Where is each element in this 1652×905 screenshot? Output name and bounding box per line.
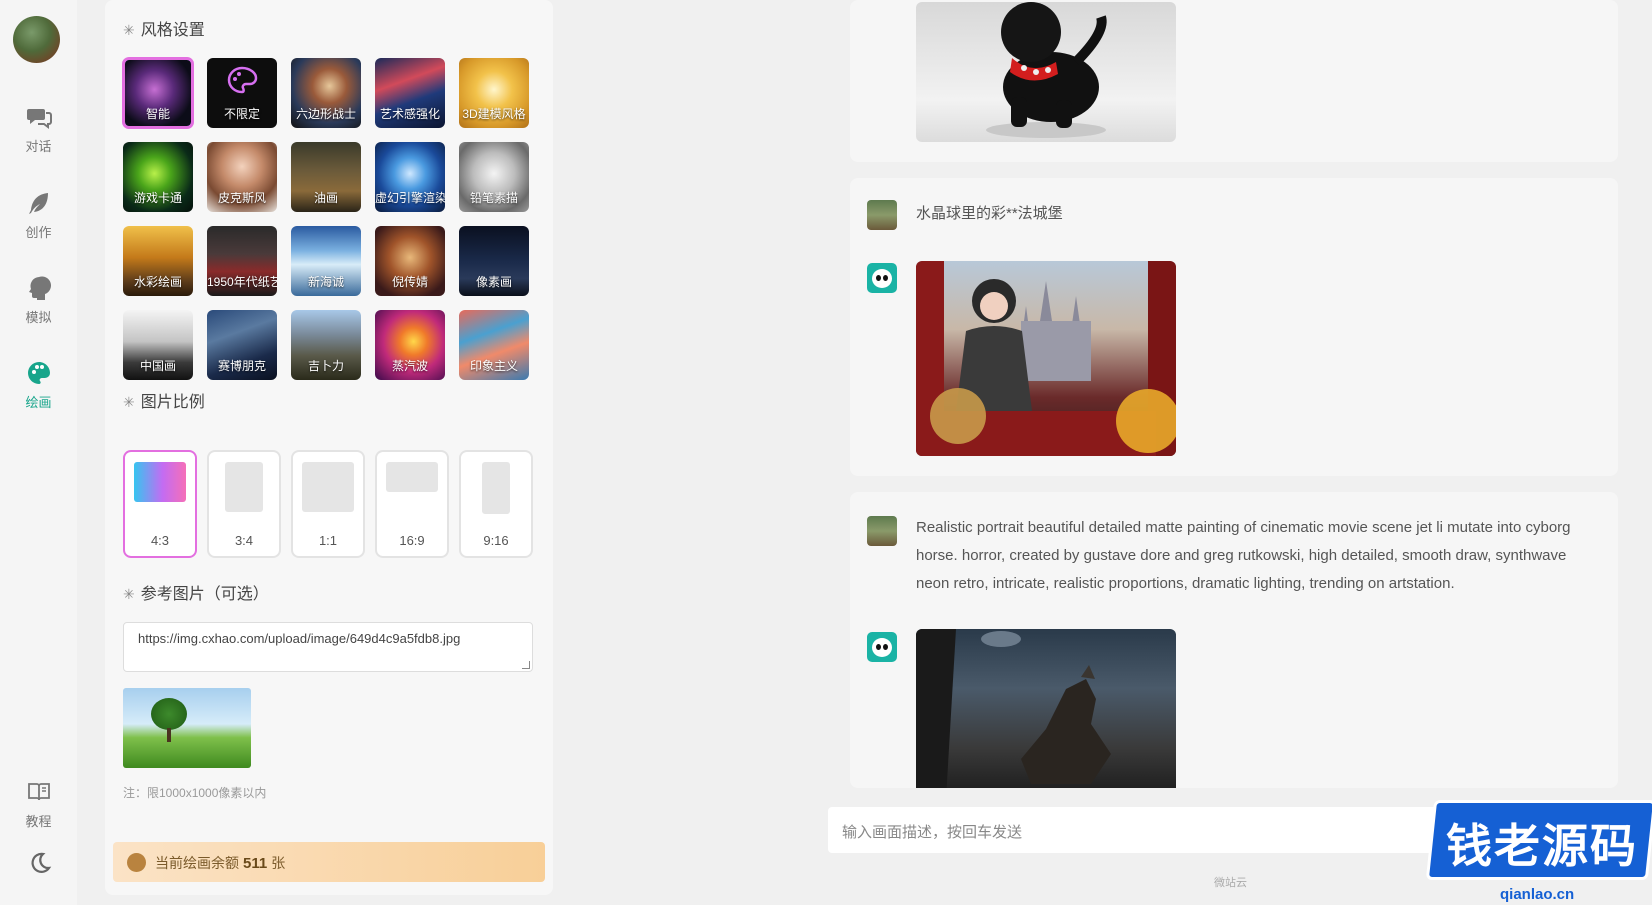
generated-image[interactable] [916, 261, 1176, 456]
style-tile-hexagon-warrior[interactable]: 六边形战士 [291, 58, 361, 128]
style-tile-unlimited[interactable]: 不限定 [207, 58, 277, 128]
chat-icon [26, 109, 52, 129]
style-tile-3d-modeling[interactable]: 3D建模风格 [459, 58, 529, 128]
black-puppy-image [986, 2, 1107, 138]
nav-item-create[interactable]: 创作 [0, 190, 77, 241]
nav-item-label: 对话 [25, 139, 52, 154]
quota-count: 511 [243, 855, 268, 872]
book-icon [27, 783, 50, 801]
user-avatar[interactable] [13, 16, 60, 63]
generated-image[interactable] [916, 2, 1176, 142]
style-tile-pixel-art[interactable]: 像素画 [459, 226, 529, 296]
panda-bot-avatar [867, 632, 897, 662]
chat-message-card [850, 0, 1618, 162]
style-tile-watercolor[interactable]: 水彩绘画 [123, 226, 193, 296]
settings-panel: ✳ 风格设置 智能 不限定 六边形战士 艺术感强化 3D建模风格 游戏卡通 皮克斯… [105, 0, 553, 895]
style-tile-shinkai[interactable]: 新海诚 [291, 226, 361, 296]
asterisk-icon: ✳ [123, 22, 135, 38]
asterisk-icon: ✳ [123, 586, 135, 602]
style-tile-impressionism[interactable]: 印象主义 [459, 310, 529, 380]
generated-image[interactable] [916, 629, 1176, 788]
ratio-option-4-3[interactable]: 4:3 [123, 450, 197, 558]
ratio-options: 4:3 3:4 1:1 16:9 9:16 [123, 450, 533, 558]
feather-icon [28, 193, 48, 214]
reference-image-preview[interactable] [123, 688, 251, 768]
style-tile-ghibli[interactable]: 吉卜力 [291, 310, 361, 380]
nav-item-label: 创作 [25, 225, 52, 240]
ratio-option-1-1[interactable]: 1:1 [291, 450, 365, 558]
palette-outline-icon [227, 66, 258, 94]
drawing-quota-banner: 当前绘画余额 511 张 [113, 842, 545, 882]
style-tile-ni-chuanjing[interactable]: 倪传婧 [375, 226, 445, 296]
nav-item-label: 教程 [25, 814, 52, 829]
style-tile-art-enhance[interactable]: 艺术感强化 [375, 58, 445, 128]
nav-item-simulate[interactable]: 模拟 [0, 275, 77, 326]
chat-message-card: Realistic portrait beautiful detailed ma… [850, 492, 1618, 788]
style-tile-cyberpunk[interactable]: 赛博朋克 [207, 310, 277, 380]
ratio-section-title: ✳ 图片比例 [123, 394, 205, 411]
reference-note: 注：限1000x1000像素以内 [123, 786, 267, 800]
style-tile-game-cartoon[interactable]: 游戏卡通 [123, 142, 193, 212]
crystal-ball-castle-image [916, 261, 1176, 456]
chat-message-card: 水晶球里的彩**法城堡 [850, 178, 1618, 476]
panda-bot-avatar [867, 263, 897, 293]
ratio-option-9-16[interactable]: 9:16 [459, 450, 533, 558]
user-avatar [867, 516, 897, 546]
footer-text: 微站云 [1214, 877, 1247, 889]
palette-icon [127, 853, 146, 872]
theme-toggle[interactable] [0, 850, 77, 882]
moon-icon [31, 852, 51, 873]
style-tile-pencil-sketch[interactable]: 铅笔素描 [459, 142, 529, 212]
nav-item-label: 模拟 [25, 310, 52, 325]
prompt-text: 水晶球里的彩**法城堡 [916, 205, 1063, 222]
head-icon [28, 276, 51, 300]
palette-icon [27, 362, 50, 384]
style-tile-unreal-render[interactable]: 虚幻引擎渲染 [375, 142, 445, 212]
ratio-option-3-4[interactable]: 3:4 [207, 450, 281, 558]
style-tile-pixar[interactable]: 皮克斯风 [207, 142, 277, 212]
cyborg-horse-image [916, 629, 1111, 788]
resize-handle-icon[interactable] [522, 661, 530, 669]
style-tile-smart[interactable]: 智能 [122, 57, 194, 129]
style-tile-chinese-painting[interactable]: 中国画 [123, 310, 193, 380]
nav-item-label: 绘画 [25, 395, 52, 410]
style-grid: 智能 不限定 六边形战士 艺术感强化 3D建模风格 游戏卡通 皮克斯风 油画 虚… [122, 57, 535, 380]
reference-url-input[interactable]: https://img.cxhao.com/upload/image/649d4… [123, 622, 533, 672]
style-section-title: ✳ 风格设置 [123, 22, 205, 39]
asterisk-icon: ✳ [123, 394, 135, 410]
style-tile-vaporwave[interactable]: 蒸汽波 [375, 310, 445, 380]
style-tile-1950s-paper[interactable]: 1950年代纸艺 [207, 226, 277, 296]
nav-item-chat[interactable]: 对话 [0, 104, 77, 155]
nav-item-tutorial[interactable]: 教程 [0, 779, 77, 830]
ratio-option-16-9[interactable]: 16:9 [375, 450, 449, 558]
prompt-text: Realistic portrait beautiful detailed ma… [916, 519, 1571, 592]
reference-section-title: ✳ 参考图片（可选） [123, 586, 269, 603]
user-avatar [867, 200, 897, 230]
watermark-logo: 钱老源码 qianlao.cn [1425, 800, 1652, 905]
sidebar-nav: 对话 创作 模拟 绘画 教程 [0, 0, 77, 905]
nav-item-draw[interactable]: 绘画 [0, 360, 77, 411]
style-tile-oil-painting[interactable]: 油画 [291, 142, 361, 212]
